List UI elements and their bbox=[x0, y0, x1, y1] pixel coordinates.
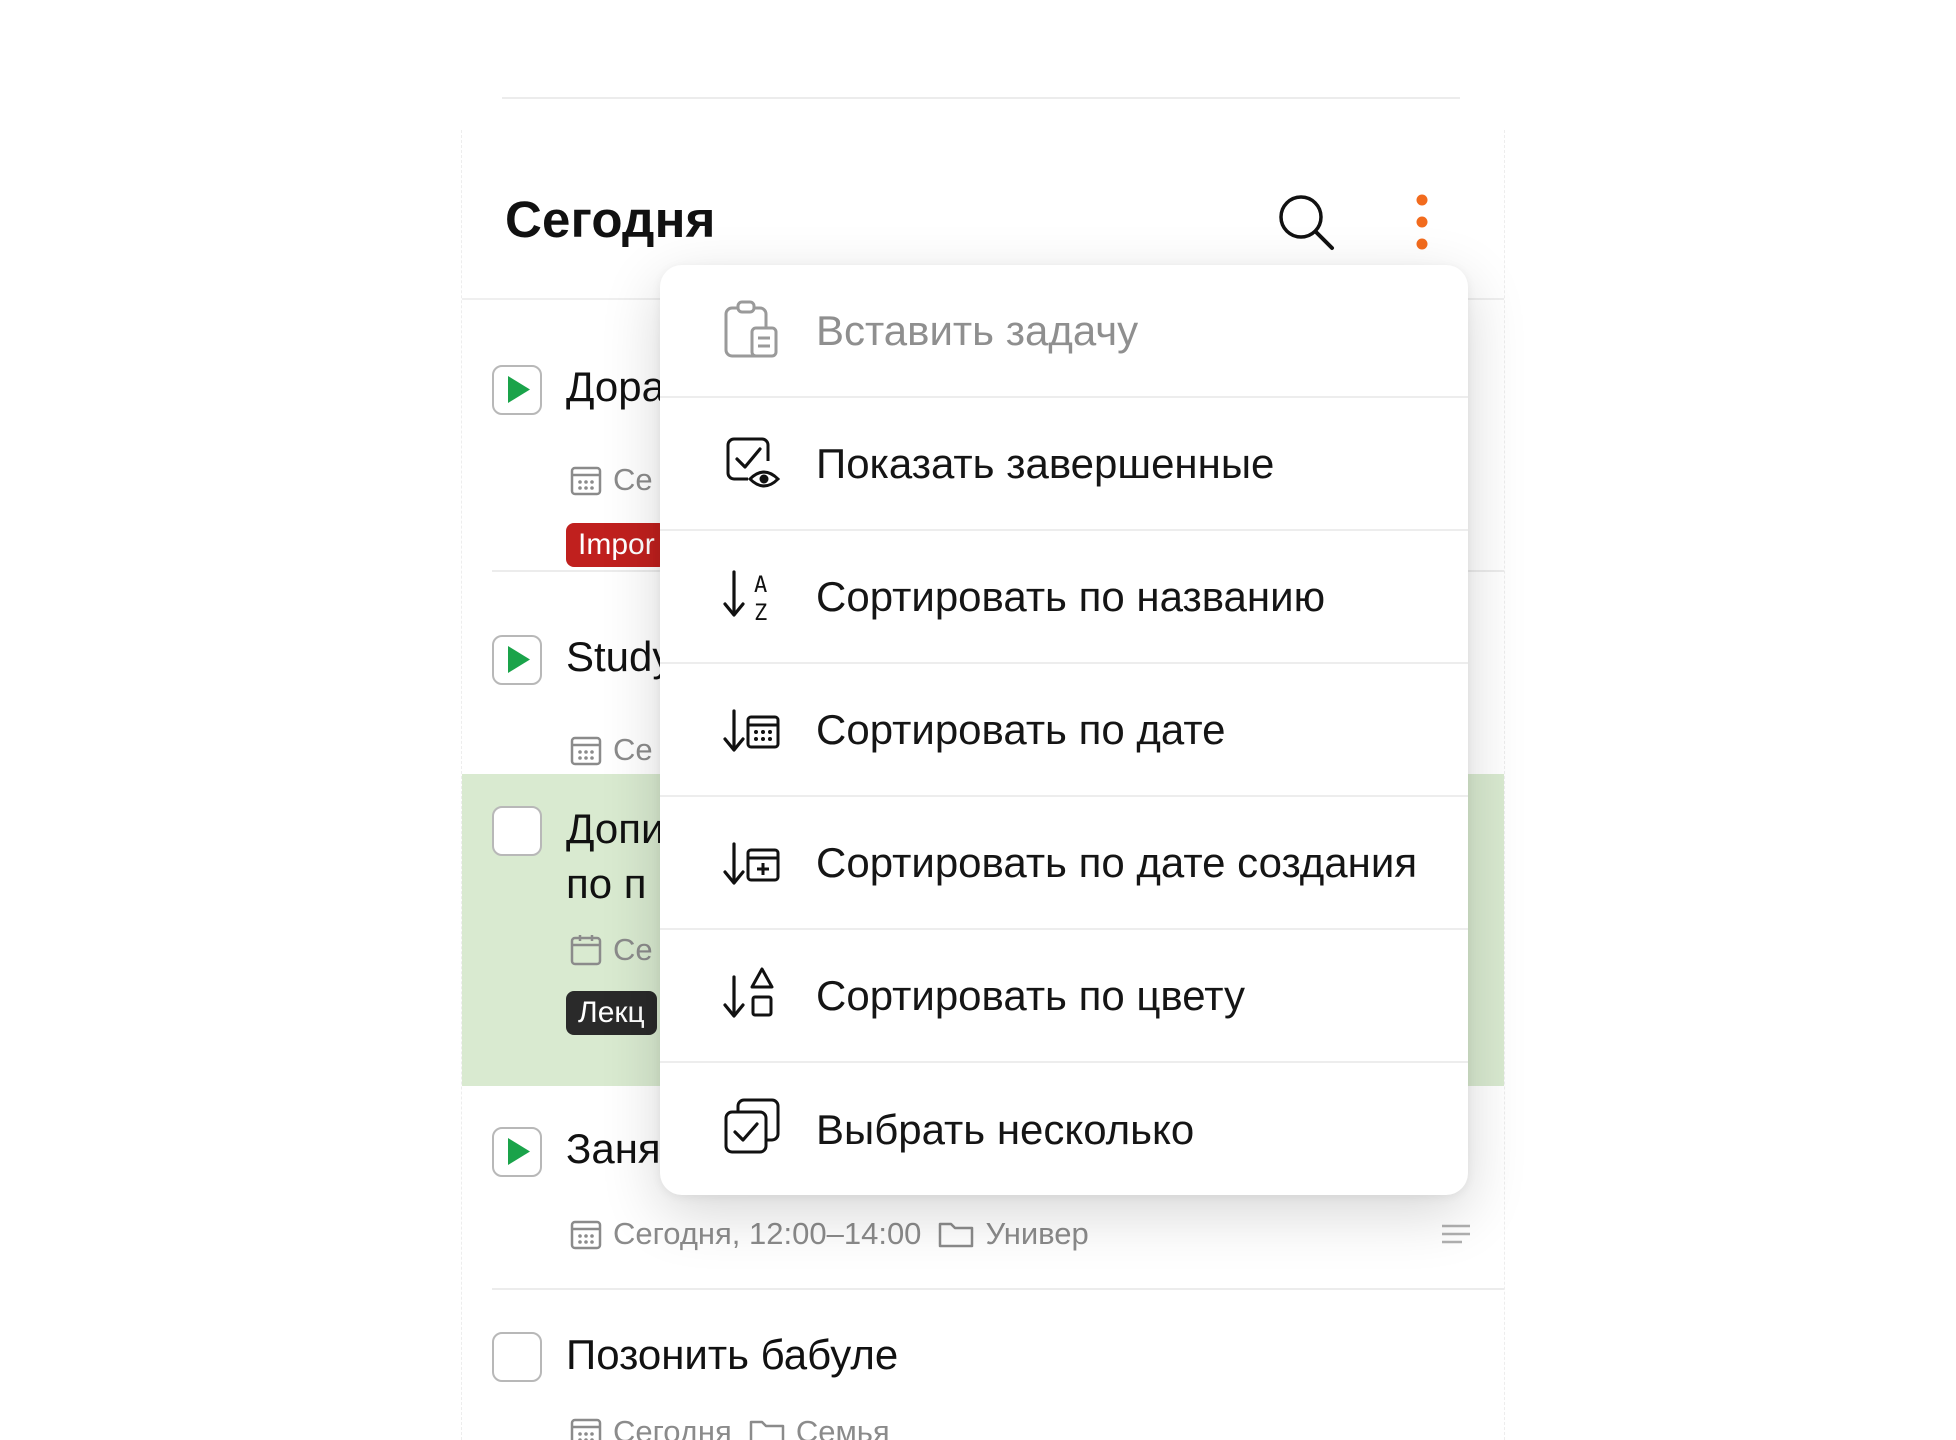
task-title-line1: Допи bbox=[566, 805, 665, 852]
task-folder: Универ bbox=[985, 1216, 1089, 1251]
menu-item-label: Выбрать несколько bbox=[816, 1105, 1195, 1153]
task-meta: Се bbox=[569, 732, 653, 768]
menu-item-label: Вставить задачу bbox=[816, 306, 1139, 354]
task-date: Се bbox=[613, 462, 653, 497]
task-title-line2: по п bbox=[566, 860, 647, 907]
task-date: Се bbox=[613, 732, 653, 767]
task-tag: Impor bbox=[566, 523, 667, 567]
sort-color-icon bbox=[723, 967, 774, 1018]
menu-item-label: Сортировать по дате создания bbox=[816, 838, 1418, 886]
task-meta: Сегодня, 12:00–14:00 Универ bbox=[569, 1216, 1089, 1252]
kebab-menu-icon bbox=[1416, 194, 1428, 250]
calendar-icon bbox=[570, 1220, 602, 1250]
page-title: Сегодня bbox=[505, 191, 716, 248]
notes-icon bbox=[1442, 1224, 1470, 1244]
calendar-icon bbox=[570, 935, 602, 966]
sort-az-icon: A Z bbox=[723, 570, 767, 626]
svg-text:Z: Z bbox=[754, 601, 767, 626]
task-item[interactable]: Позонить бабуле Сегодня Семья bbox=[462, 1290, 1504, 1440]
multi-select-icon bbox=[724, 1098, 780, 1154]
task-date: Се bbox=[613, 932, 653, 967]
task-play-checkbox[interactable] bbox=[492, 365, 542, 415]
top-divider bbox=[502, 97, 1460, 99]
sort-created-icon bbox=[723, 842, 780, 885]
menu-item-sort-by-date[interactable]: Сортировать по дате bbox=[660, 664, 1468, 797]
folder-icon bbox=[939, 1222, 974, 1248]
calendar-icon bbox=[570, 1418, 602, 1440]
menu-item-sort-by-color[interactable]: Сортировать по цвету bbox=[660, 930, 1468, 1063]
task-play-checkbox[interactable] bbox=[492, 1127, 542, 1177]
task-title: Study bbox=[566, 633, 674, 680]
search-icon bbox=[1279, 195, 1334, 250]
menu-item-label: Сортировать по дате bbox=[816, 705, 1226, 753]
task-folder: Семья bbox=[795, 1414, 890, 1440]
task-title: Позонить бабуле bbox=[566, 1331, 899, 1378]
options-dropdown-menu: Вставить задачу Показать завершенные A Z… bbox=[660, 265, 1468, 1195]
more-options-button[interactable] bbox=[1402, 188, 1442, 258]
calendar-icon bbox=[570, 466, 602, 496]
folder-icon bbox=[749, 1420, 785, 1440]
menu-item-label: Сортировать по названию bbox=[816, 572, 1326, 620]
task-title: Дора bbox=[566, 363, 665, 410]
menu-item-label: Сортировать по цвету bbox=[816, 971, 1245, 1019]
menu-item-show-completed[interactable]: Показать завершенные bbox=[660, 398, 1468, 531]
task-meta: Се bbox=[569, 462, 653, 498]
task-meta: Се bbox=[569, 932, 653, 968]
menu-item-paste-task[interactable]: Вставить задачу bbox=[660, 265, 1468, 398]
sort-date-icon bbox=[723, 709, 780, 752]
play-icon bbox=[508, 646, 530, 673]
check-eye-icon bbox=[726, 437, 781, 488]
play-icon bbox=[508, 1138, 530, 1165]
menu-item-sort-by-name[interactable]: A Z Сортировать по названию bbox=[660, 531, 1468, 664]
task-title: Заня bbox=[566, 1125, 661, 1172]
task-date: Сегодня bbox=[613, 1414, 732, 1440]
svg-text:A: A bbox=[754, 573, 767, 598]
task-checkbox[interactable] bbox=[492, 1332, 542, 1382]
menu-item-label: Показать завершенные bbox=[816, 439, 1275, 487]
task-checkbox[interactable] bbox=[492, 806, 542, 856]
clipboard-icon bbox=[724, 300, 778, 358]
task-meta: Сегодня Семья bbox=[569, 1414, 890, 1440]
calendar-icon bbox=[570, 736, 602, 766]
menu-item-sort-by-created[interactable]: Сортировать по дате создания bbox=[660, 797, 1468, 930]
play-icon bbox=[508, 376, 530, 403]
menu-item-select-multiple[interactable]: Выбрать несколько bbox=[660, 1063, 1468, 1195]
task-date: Сегодня, 12:00–14:00 bbox=[613, 1216, 922, 1251]
search-button[interactable] bbox=[1272, 188, 1342, 258]
task-tag: Лекц bbox=[566, 991, 657, 1035]
task-play-checkbox[interactable] bbox=[492, 635, 542, 685]
